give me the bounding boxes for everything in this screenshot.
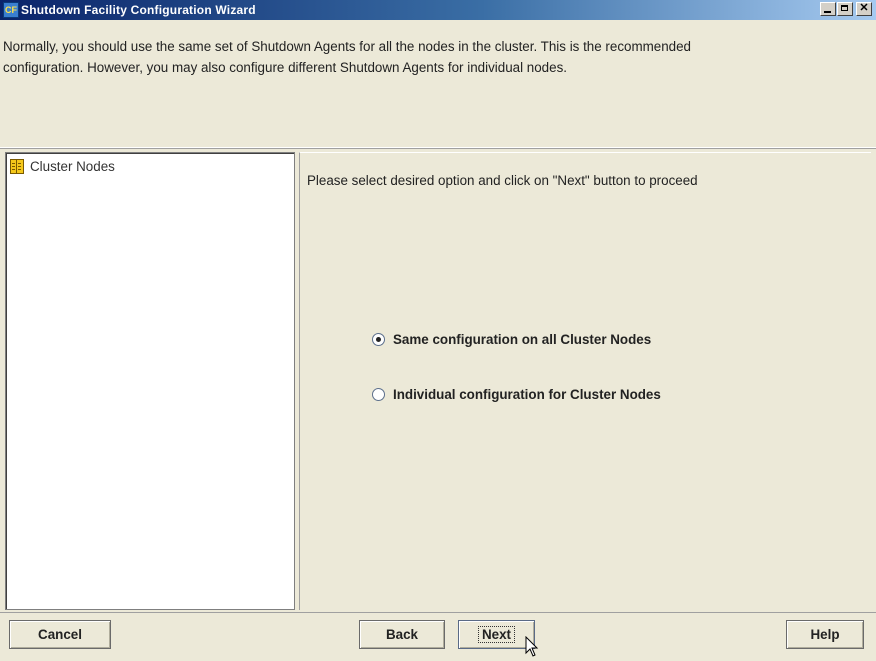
divider — [0, 612, 876, 613]
minimize-icon — [824, 11, 831, 13]
divider — [0, 148, 876, 149]
description-line-1: Normally, you should use the same set of… — [3, 39, 692, 54]
option-label: Same configuration on all Cluster Nodes — [393, 332, 652, 347]
options-panel: Please select desired option and click o… — [299, 152, 871, 610]
book-icon — [10, 159, 24, 174]
maximize-icon — [841, 5, 848, 11]
next-button[interactable]: Next — [458, 620, 535, 649]
window-title: Shutdown Facility Configuration Wizard — [21, 3, 256, 17]
title-bar: CF Shutdown Facility Configuration Wizar… — [0, 0, 876, 20]
radio-selected-icon[interactable] — [372, 333, 385, 346]
close-button[interactable]: ✕ — [856, 2, 872, 16]
next-button-label: Next — [477, 626, 516, 643]
option-same-config[interactable]: Same configuration on all Cluster Nodes — [372, 332, 651, 347]
cluster-tree[interactable]: Cluster Nodes — [5, 152, 295, 610]
mouse-pointer-icon — [525, 636, 539, 657]
option-individual-config[interactable]: Individual configuration for Cluster Nod… — [372, 387, 661, 402]
help-button[interactable]: Help — [786, 620, 864, 649]
minimize-button[interactable] — [820, 2, 836, 16]
description-panel: Normally, you should use the same set of… — [0, 20, 876, 148]
maximize-button[interactable] — [837, 2, 853, 16]
back-button[interactable]: Back — [359, 620, 445, 649]
app-icon: CF — [3, 2, 19, 18]
tree-item-label: Cluster Nodes — [30, 159, 115, 174]
cancel-button[interactable]: Cancel — [9, 620, 111, 649]
tree-item-cluster-nodes[interactable]: Cluster Nodes — [10, 159, 115, 174]
instruction-text: Please select desired option and click o… — [307, 173, 698, 188]
description-line-2: configuration. However, you may also con… — [3, 60, 567, 75]
close-icon: ✕ — [859, 2, 869, 14]
option-label: Individual configuration for Cluster Nod… — [393, 387, 661, 402]
radio-unselected-icon[interactable] — [372, 388, 385, 401]
